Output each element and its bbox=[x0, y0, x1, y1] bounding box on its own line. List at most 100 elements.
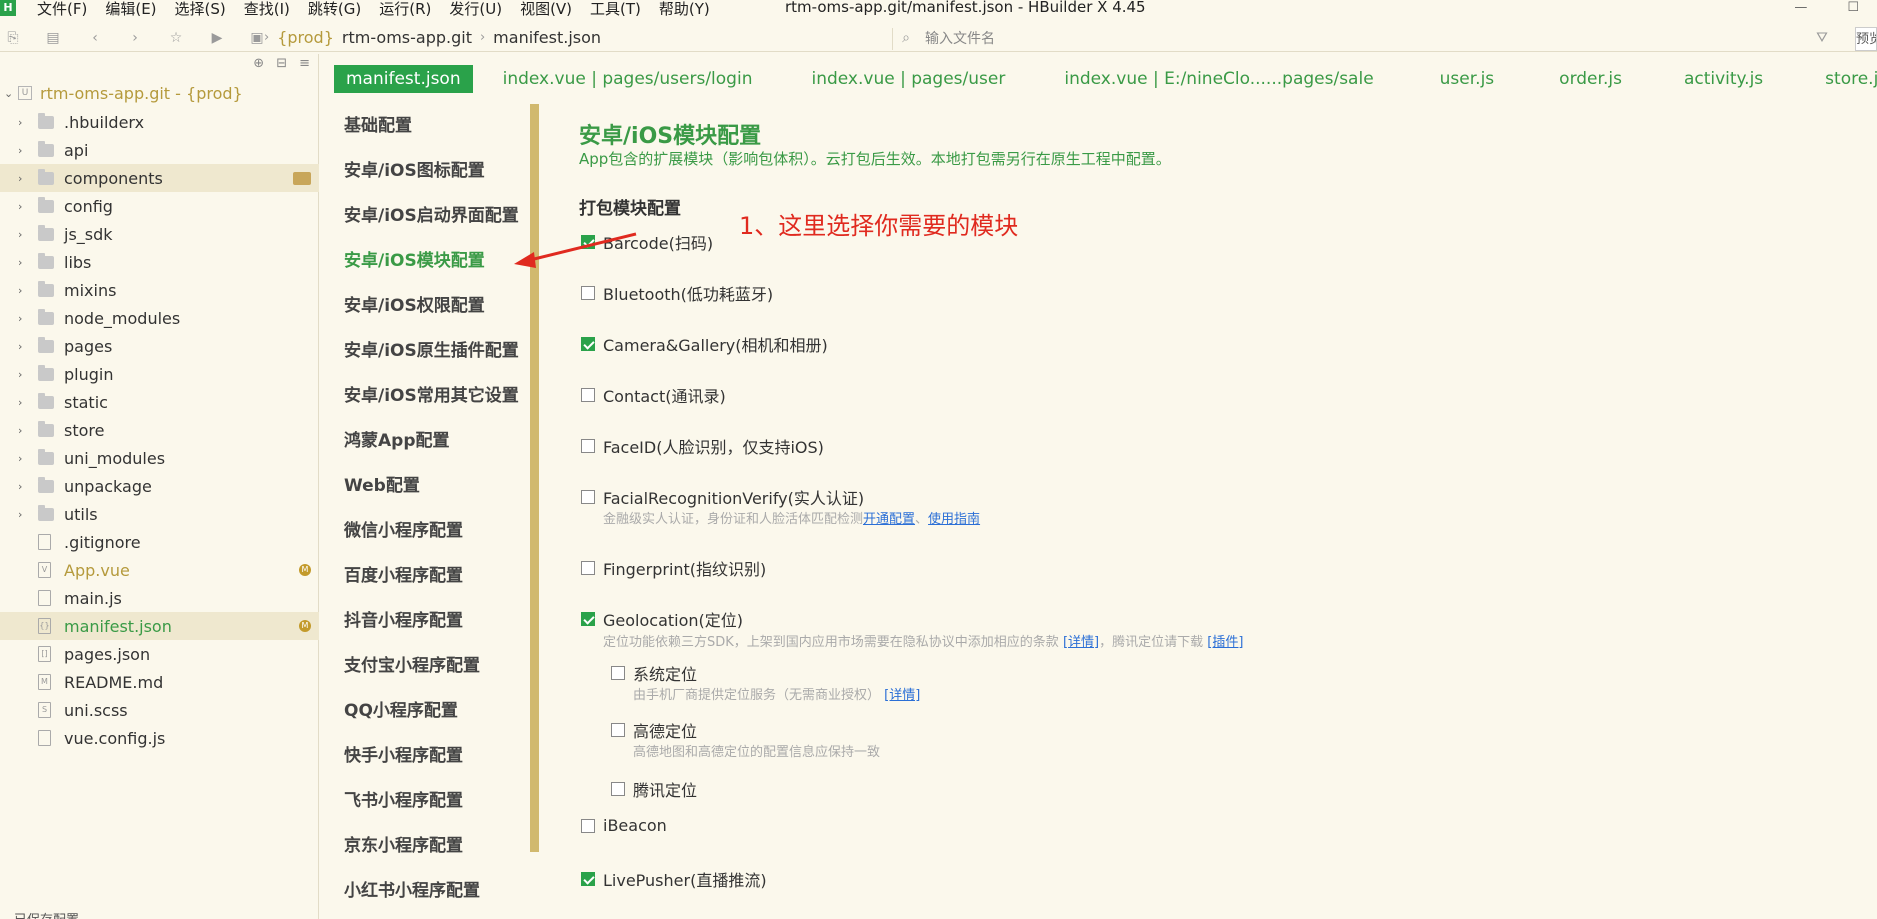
geo-tencent-location[interactable]: 腾讯定位 bbox=[611, 777, 697, 801]
nav-weixin-config[interactable]: 微信小程序配置 bbox=[320, 509, 530, 554]
menu-publish[interactable]: 发行(U) bbox=[449, 0, 502, 19]
geo-plugin-link[interactable]: [插件] bbox=[1207, 635, 1243, 650]
usage-guide-link[interactable]: 使用指南 bbox=[928, 512, 980, 527]
tab-manifest-json[interactable]: manifest.json bbox=[334, 65, 473, 93]
tab-activity-js[interactable]: activity.js bbox=[1684, 65, 1763, 93]
nav-kuaishou-config[interactable]: 快手小程序配置 bbox=[320, 734, 530, 779]
breadcrumb-project[interactable]: rtm-oms-app.git bbox=[342, 28, 472, 47]
module-camera[interactable]: Camera&Gallery(相机和相册) bbox=[581, 332, 828, 356]
tree-file[interactable]: .gitignore bbox=[0, 528, 319, 556]
tree-folder[interactable]: › node_modules bbox=[0, 304, 319, 332]
nav-other-settings[interactable]: 安卓/iOS常用其它设置 bbox=[320, 374, 530, 419]
menu-goto[interactable]: 跳转(G) bbox=[308, 0, 361, 19]
nav-qq-config[interactable]: QQ小程序配置 bbox=[320, 689, 530, 734]
project-root[interactable]: ⌄ U rtm-oms-app.git - {prod} bbox=[4, 80, 243, 106]
tree-folder[interactable]: › uni_modules bbox=[0, 444, 319, 472]
nav-splash-config[interactable]: 安卓/iOS启动界面配置 bbox=[320, 194, 530, 239]
tree-file[interactable]: main.js bbox=[0, 584, 319, 612]
tree-folder[interactable]: › config bbox=[0, 192, 319, 220]
maximize-icon[interactable]: ☐ bbox=[1847, 0, 1859, 15]
menu-help[interactable]: 帮助(Y) bbox=[659, 0, 710, 19]
menu-view[interactable]: 视图(V) bbox=[520, 0, 572, 19]
tree-folder[interactable]: › .hbuilderx bbox=[0, 108, 319, 136]
checkbox[interactable] bbox=[581, 612, 595, 626]
tree-file[interactable]: M README.md bbox=[0, 668, 319, 696]
menu-edit[interactable]: 编辑(E) bbox=[105, 0, 156, 19]
checkbox[interactable] bbox=[611, 782, 625, 796]
file-search-input[interactable] bbox=[925, 28, 1805, 50]
open-config-link[interactable]: 开通配置 bbox=[863, 512, 915, 527]
menu-select[interactable]: 选择(S) bbox=[175, 0, 226, 19]
module-contact[interactable]: Contact(通讯录) bbox=[581, 383, 726, 407]
nav-jd-config[interactable]: 京东小程序配置 bbox=[320, 824, 530, 869]
menu-find[interactable]: 查找(I) bbox=[244, 0, 290, 19]
filter-icon[interactable]: ⛛ bbox=[1813, 29, 1831, 47]
tree-folder[interactable]: › api bbox=[0, 136, 319, 164]
run-icon[interactable]: ▶ bbox=[208, 29, 226, 47]
tab-login-vue[interactable]: index.vue | pages/users/login bbox=[503, 65, 753, 93]
preview-button[interactable]: 预览 bbox=[1855, 27, 1877, 51]
nav-xiaohongshu-config[interactable]: 小红书小程序配置 bbox=[320, 869, 530, 914]
module-faceid[interactable]: FaceID(人脸识别，仅支持iOS) bbox=[581, 434, 824, 458]
geo-system-details-link[interactable]: [详情] bbox=[884, 688, 920, 703]
nav-baidu-config[interactable]: 百度小程序配置 bbox=[320, 554, 530, 599]
tree-folder[interactable]: › plugin bbox=[0, 360, 319, 388]
tree-folder[interactable]: › unpackage bbox=[0, 472, 319, 500]
breadcrumb-file[interactable]: manifest.json bbox=[493, 28, 601, 47]
checkbox[interactable] bbox=[581, 490, 595, 504]
module-livepusher[interactable]: LivePusher(直播推流) bbox=[581, 867, 767, 891]
save-icon[interactable]: ▤ bbox=[44, 29, 62, 47]
tree-file[interactable]: {} manifest.json M bbox=[0, 612, 319, 640]
menu-run[interactable]: 运行(R) bbox=[379, 0, 431, 19]
geo-system-location[interactable]: 系统定位 bbox=[611, 661, 697, 685]
forward-icon[interactable]: › bbox=[126, 29, 144, 47]
explorer-menu-icon[interactable]: ≡ bbox=[299, 56, 310, 71]
tree-file[interactable]: V App.vue M bbox=[0, 556, 319, 584]
checkbox[interactable] bbox=[581, 872, 595, 886]
collapse-all-icon[interactable]: ⊟ bbox=[276, 56, 287, 71]
minimize-icon[interactable]: — bbox=[1794, 0, 1807, 15]
tab-order-js[interactable]: order.js bbox=[1559, 65, 1622, 93]
geo-amap-location[interactable]: 高德定位 bbox=[611, 718, 697, 742]
module-ibeacon[interactable]: iBeacon bbox=[581, 816, 667, 835]
checkbox[interactable] bbox=[581, 818, 595, 833]
nav-web-config[interactable]: Web配置 bbox=[320, 464, 530, 509]
module-facial-verify[interactable]: FacialRecognitionVerify(实人认证) bbox=[581, 485, 864, 509]
tab-store-js[interactable]: store.js bbox=[1825, 65, 1877, 93]
checkbox[interactable] bbox=[581, 337, 595, 351]
nav-douyin-config[interactable]: 抖音小程序配置 bbox=[320, 599, 530, 644]
breadcrumb-prod[interactable]: {prod} bbox=[277, 28, 334, 47]
checkbox[interactable] bbox=[611, 666, 625, 680]
tree-folder[interactable]: › mixins bbox=[0, 276, 319, 304]
menu-tools[interactable]: 工具(T) bbox=[590, 0, 641, 19]
nav-icon-config[interactable]: 安卓/iOS图标配置 bbox=[320, 149, 530, 194]
nav-module-config[interactable]: 安卓/iOS模块配置 bbox=[320, 239, 530, 284]
nav-basic-config[interactable]: 基础配置 bbox=[320, 104, 530, 149]
new-file-icon[interactable]: ⎘ bbox=[4, 29, 22, 47]
checkbox[interactable] bbox=[581, 561, 595, 575]
settings-nav-scrollbar[interactable] bbox=[530, 104, 539, 852]
tab-sale-vue[interactable]: index.vue | E:/nineClo......pages/sale bbox=[1064, 65, 1373, 93]
module-geolocation[interactable]: Geolocation(定位) bbox=[581, 607, 743, 631]
tree-file[interactable]: [] pages.json bbox=[0, 640, 319, 668]
module-fingerprint[interactable]: Fingerprint(指纹识别) bbox=[581, 556, 766, 580]
tree-folder[interactable]: › store bbox=[0, 416, 319, 444]
tree-folder[interactable]: › components bbox=[0, 164, 319, 192]
module-bluetooth[interactable]: Bluetooth(低功耗蓝牙) bbox=[581, 281, 773, 305]
tree-folder[interactable]: › libs bbox=[0, 248, 319, 276]
checkbox[interactable] bbox=[611, 723, 625, 737]
geo-details-link[interactable]: [详情] bbox=[1063, 635, 1099, 650]
tree-folder[interactable]: › static bbox=[0, 388, 319, 416]
tree-folder[interactable]: › js_sdk bbox=[0, 220, 319, 248]
checkbox[interactable] bbox=[581, 439, 595, 453]
tree-file[interactable]: vue.config.js bbox=[0, 724, 319, 752]
star-icon[interactable]: ☆ bbox=[167, 29, 185, 47]
menu-file[interactable]: 文件(F) bbox=[37, 0, 87, 19]
tree-file[interactable]: Suni.scss bbox=[0, 696, 319, 724]
nav-native-plugin-config[interactable]: 安卓/iOS原生插件配置 bbox=[320, 329, 530, 374]
open-folder-icon[interactable] bbox=[293, 172, 311, 185]
checkbox[interactable] bbox=[581, 388, 595, 402]
nav-harmony-config[interactable]: 鸿蒙App配置 bbox=[320, 419, 530, 464]
back-icon[interactable]: ‹ bbox=[86, 29, 104, 47]
tab-user-js[interactable]: user.js bbox=[1440, 65, 1495, 93]
